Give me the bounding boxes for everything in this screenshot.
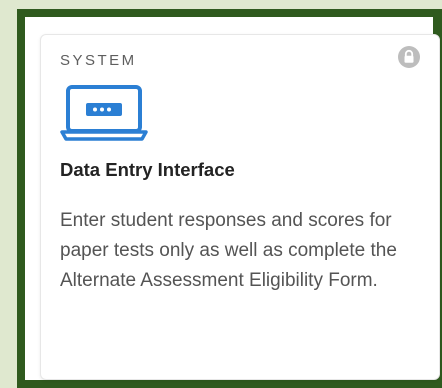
laptop-data-entry-icon (60, 85, 148, 141)
card-description: Enter student responses and scores for p… (60, 210, 397, 291)
highlight-frame: SYSTEM Data Entry Interface Enter studen… (17, 9, 442, 388)
card-title: Data Entry Interface (60, 159, 235, 180)
card-category: SYSTEM (60, 52, 137, 69)
lock-icon (398, 46, 420, 68)
system-card[interactable]: SYSTEM Data Entry Interface Enter studen… (40, 34, 440, 380)
